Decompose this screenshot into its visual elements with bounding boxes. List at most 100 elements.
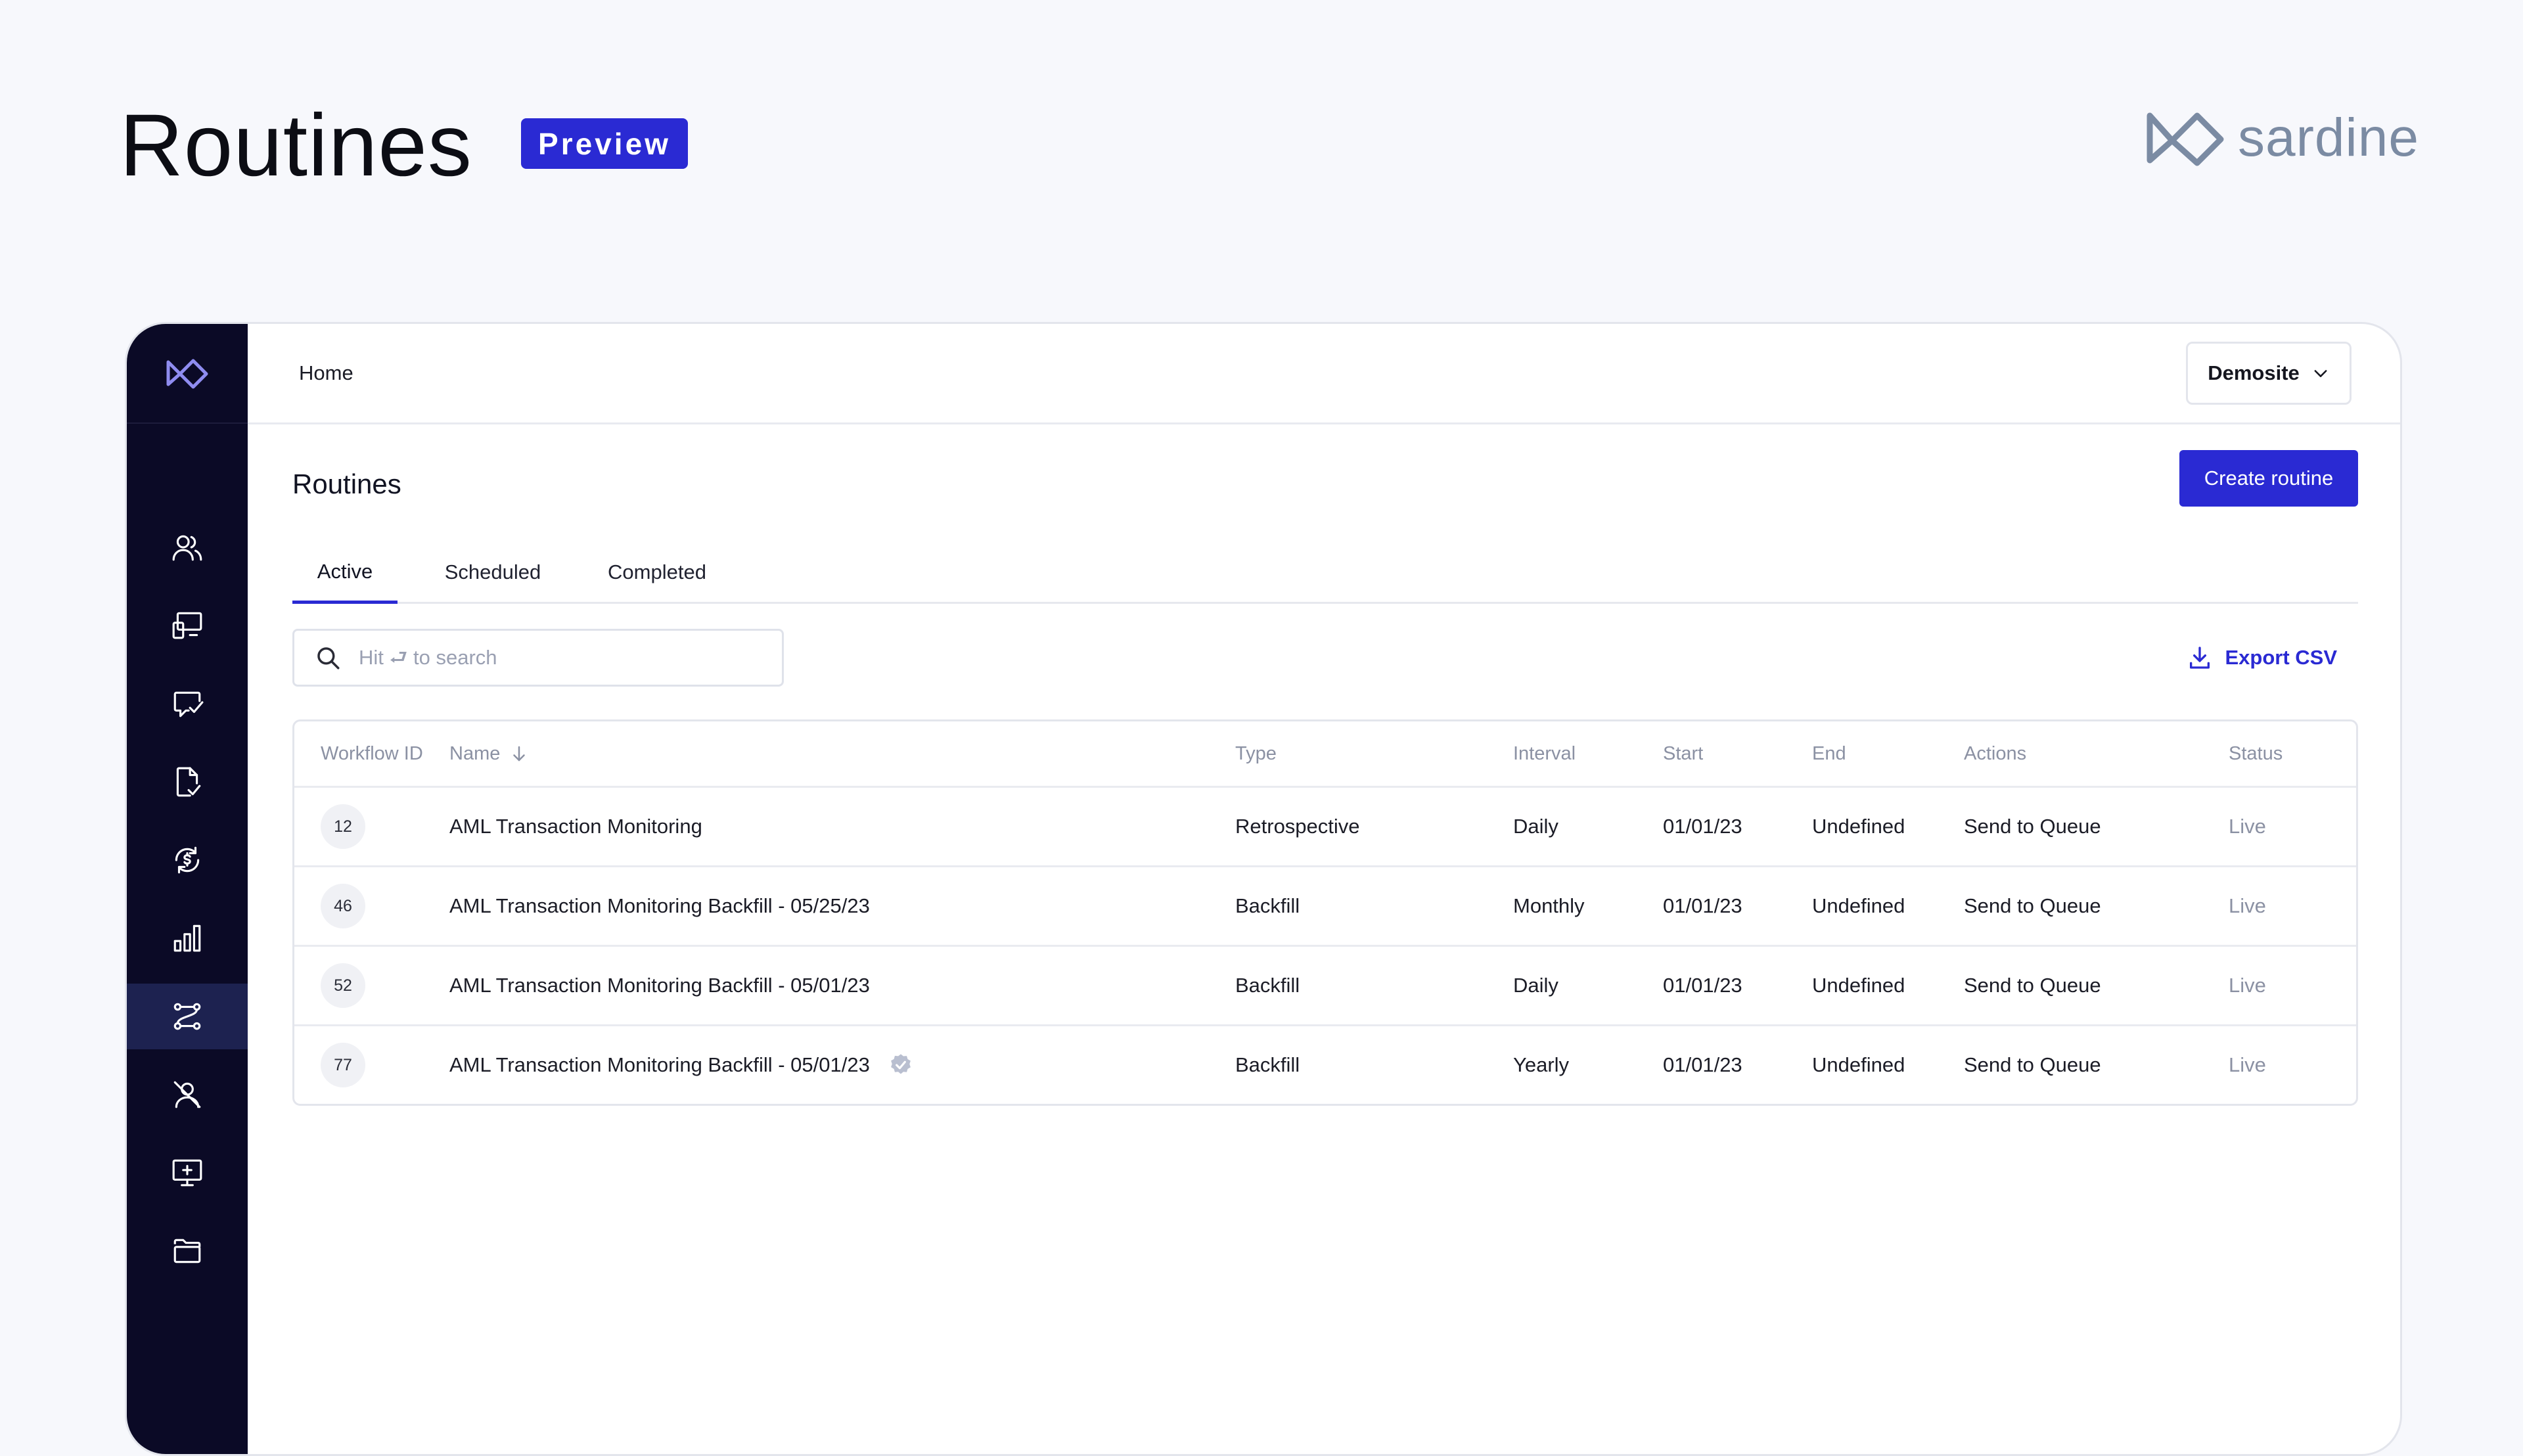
- sidebar-item-dashboard[interactable]: [127, 593, 248, 658]
- download-icon: [2190, 647, 2210, 669]
- search-box[interactable]: [292, 629, 784, 687]
- routine-interval: Monthly: [1513, 894, 1585, 917]
- routine-end: Undefined: [1812, 894, 1905, 917]
- routine-action: Send to Queue: [1964, 815, 2101, 838]
- sidebar-item-devices[interactable]: [127, 1140, 248, 1206]
- site-selector[interactable]: Demosite: [2186, 342, 2352, 405]
- verified-check-icon: [890, 1054, 911, 1074]
- table-header: Workflow ID Name Type Interval Start End…: [294, 721, 2356, 788]
- tab-scheduled[interactable]: Scheduled: [424, 543, 562, 602]
- column-header-end[interactable]: End: [1812, 721, 1846, 786]
- sidebar-item-documents[interactable]: [127, 749, 248, 815]
- workflow-routes-icon: [173, 1003, 201, 1030]
- sidebar: [127, 324, 248, 1454]
- workflow-id-badge: 52: [321, 963, 365, 1008]
- sidebar-item-routines[interactable]: [127, 984, 248, 1049]
- routine-start: 01/01/23: [1663, 894, 1742, 917]
- routine-type: Backfill: [1235, 1053, 1300, 1076]
- sidebar-item-transactions[interactable]: [127, 827, 248, 893]
- routine-action: Send to Queue: [1964, 894, 2101, 917]
- workflow-id-badge: 12: [321, 804, 365, 849]
- brand-logo: sardine: [2146, 105, 2419, 171]
- routine-name-cell[interactable]: AML Transaction Monitoring Backfill - 05…: [449, 1026, 913, 1104]
- export-csv-button[interactable]: Export CSV: [2187, 638, 2337, 677]
- routine-name[interactable]: AML Transaction Monitoring: [449, 788, 702, 865]
- sardine-mark-icon: [166, 359, 208, 389]
- tab-active[interactable]: Active: [292, 543, 398, 604]
- workflow-id-cell: 12: [321, 788, 365, 865]
- status-badge: Live: [2229, 894, 2266, 917]
- routine-interval: Daily: [1513, 974, 1558, 997]
- table-row[interactable]: 46 AML Transaction Monitoring Backfill -…: [294, 867, 2356, 947]
- sidebar-item-blocklist[interactable]: [127, 1062, 248, 1127]
- workflow-id-cell: 46: [321, 867, 365, 945]
- routine-interval: Daily: [1513, 815, 1558, 838]
- sardine-logo-icon: [2147, 112, 2224, 166]
- column-header-name-label: Name: [449, 742, 501, 764]
- preview-badge: Preview: [521, 118, 688, 169]
- routine-type: Retrospective: [1235, 815, 1360, 838]
- routine-name[interactable]: AML Transaction Monitoring Backfill - 05…: [449, 867, 870, 945]
- routine-start: 01/01/23: [1663, 974, 1742, 997]
- workflow-id-badge: 46: [321, 884, 365, 928]
- column-header-name[interactable]: Name: [449, 721, 529, 786]
- brand-name: sardine: [2238, 108, 2419, 168]
- workflow-id-badge: 77: [321, 1043, 365, 1087]
- search-input[interactable]: [357, 645, 767, 670]
- column-header-start[interactable]: Start: [1663, 721, 1703, 786]
- sidebar-item-files[interactable]: [127, 1218, 248, 1284]
- users-icon: [172, 535, 202, 561]
- workflow-id-cell: 77: [321, 1026, 365, 1104]
- monitor-plus-icon: [172, 1159, 202, 1187]
- routine-action: Send to Queue: [1964, 974, 2101, 997]
- workflow-id-cell: 52: [321, 947, 365, 1024]
- breadcrumb-home[interactable]: Home: [299, 357, 353, 390]
- chevron-down-icon: [2314, 370, 2327, 377]
- chat-check-icon: [173, 691, 204, 717]
- table-row[interactable]: 52 AML Transaction Monitoring Backfill -…: [294, 947, 2356, 1026]
- column-header-status[interactable]: Status: [2229, 721, 2283, 786]
- routine-start: 01/01/23: [1663, 815, 1742, 838]
- main-content: Routines Create routine Active Scheduled…: [248, 424, 2400, 1454]
- routine-end: Undefined: [1812, 815, 1905, 838]
- routine-interval: Yearly: [1513, 1053, 1570, 1076]
- routine-name[interactable]: AML Transaction Monitoring Backfill - 05…: [449, 947, 870, 1024]
- routine-type: Backfill: [1235, 894, 1300, 917]
- routine-start: 01/01/23: [1663, 1053, 1742, 1076]
- routine-type: Backfill: [1235, 974, 1300, 997]
- column-header-actions[interactable]: Actions: [1964, 721, 2026, 786]
- monitor-dashboard-icon: [172, 612, 202, 639]
- user-blocked-icon: [173, 1081, 201, 1108]
- table-row[interactable]: 77 AML Transaction Monitoring Backfill -…: [294, 1026, 2356, 1104]
- folder-icon: [173, 1239, 201, 1263]
- create-routine-button[interactable]: Create routine: [2179, 450, 2358, 507]
- status-badge: Live: [2229, 974, 2266, 997]
- refresh-dollar-icon: [175, 846, 200, 874]
- tab-bar: Active Scheduled Completed: [292, 543, 2358, 604]
- section-title: Routines: [292, 468, 401, 499]
- routine-name: AML Transaction Monitoring Backfill - 05…: [449, 1053, 870, 1076]
- export-csv-label: Export CSV: [2225, 646, 2337, 669]
- routine-end: Undefined: [1812, 1053, 1905, 1076]
- sidebar-item-users[interactable]: [127, 514, 248, 580]
- page-title: Routines: [120, 97, 472, 194]
- routine-end: Undefined: [1812, 974, 1905, 997]
- column-header-type[interactable]: Type: [1235, 721, 1277, 786]
- top-bar: Home Demosite: [248, 324, 2400, 424]
- site-selector-label: Demosite: [2208, 361, 2300, 384]
- bar-chart-icon: [173, 924, 201, 952]
- status-badge: Live: [2229, 815, 2266, 838]
- routines-table: Workflow ID Name Type Interval Start End…: [292, 719, 2358, 1106]
- document-check-icon: [176, 767, 201, 797]
- search-icon: [317, 647, 340, 670]
- sidebar-logo[interactable]: [127, 324, 248, 424]
- column-header-workflow-id[interactable]: Workflow ID: [321, 721, 423, 786]
- sidebar-item-reviews[interactable]: [127, 671, 248, 737]
- tab-completed[interactable]: Completed: [588, 543, 726, 602]
- status-badge: Live: [2229, 1053, 2266, 1076]
- table-row[interactable]: 12 AML Transaction Monitoring Retrospect…: [294, 788, 2356, 867]
- column-header-interval[interactable]: Interval: [1513, 721, 1576, 786]
- sidebar-item-analytics[interactable]: [127, 905, 248, 971]
- app-window: Home Demosite Routines Create routine Ac…: [125, 322, 2402, 1456]
- sort-arrow-down-icon: [513, 746, 526, 762]
